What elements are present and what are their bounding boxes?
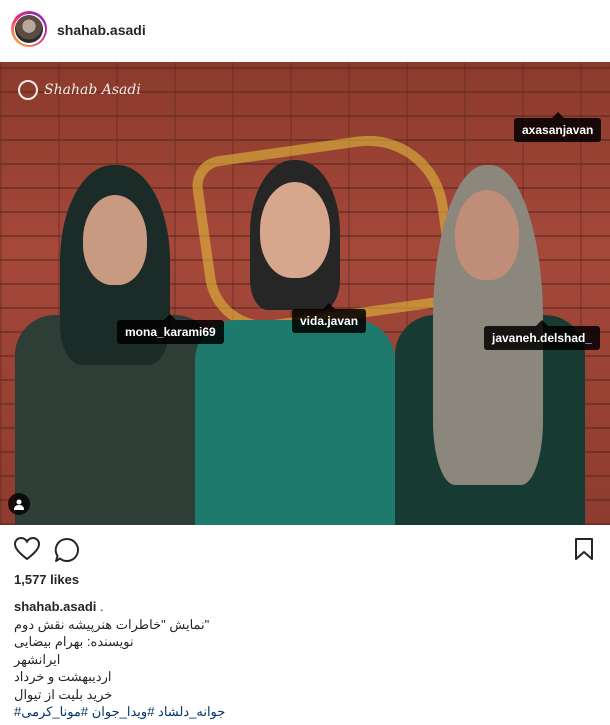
caption-line: اردیبهشت و خرداد xyxy=(14,669,112,684)
header-username[interactable]: shahab.asadi xyxy=(57,22,146,38)
caption-hashtags[interactable]: جوانه_دلشاد #ویدا_جوان #مونا_کرمی# xyxy=(14,703,594,721)
bookmark-icon[interactable] xyxy=(574,537,594,566)
caption: shahab.asadi . "نمایش "خاطرات هنرپیشه نق… xyxy=(14,598,594,721)
likes-count[interactable]: 1,577 likes xyxy=(14,572,79,587)
action-bar xyxy=(0,525,610,573)
caption-line: ایرانشهر xyxy=(14,651,61,667)
caption-username[interactable]: shahab.asadi xyxy=(14,599,96,614)
caption-line: خرید بلیت از تیوال xyxy=(14,686,113,702)
caption-line: "نمایش "خاطرات هنرپیشه نقش دوم xyxy=(14,616,210,632)
photo-tag[interactable]: mona_karami69 xyxy=(117,314,224,344)
comment-icon[interactable] xyxy=(54,537,80,568)
heart-icon[interactable] xyxy=(13,536,41,566)
caption-separator: . xyxy=(96,599,104,614)
post-header: shahab.asadi xyxy=(0,0,610,63)
photo-tag[interactable]: axasanjavan xyxy=(514,112,602,142)
user-tags-icon[interactable] xyxy=(8,493,30,515)
person-left xyxy=(15,165,215,525)
watermark-logo-icon xyxy=(18,80,38,100)
photo-tag[interactable]: vida.javan xyxy=(292,303,367,333)
post-photo[interactable]: Shahab Asadi axasanjavan mona_karami69 v… xyxy=(0,62,610,525)
photo-tag[interactable]: javaneh.delshad_ xyxy=(484,320,601,350)
person-middle xyxy=(195,160,395,525)
watermark: Shahab Asadi xyxy=(18,80,141,100)
avatar[interactable] xyxy=(11,11,47,47)
caption-line: نویسنده: بهرام بیضایی xyxy=(14,634,134,649)
watermark-text: Shahab Asadi xyxy=(44,82,141,98)
